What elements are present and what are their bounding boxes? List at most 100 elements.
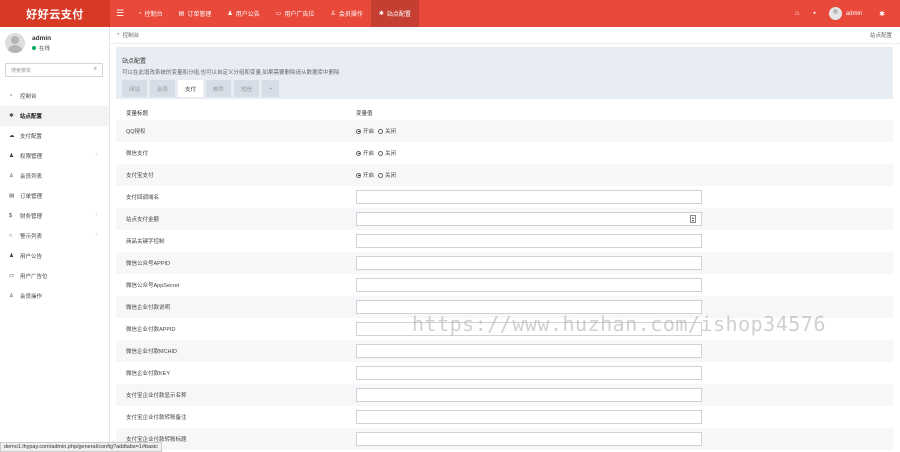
radio-disable[interactable]: 关闭: [378, 149, 396, 157]
user-icon: ♙: [9, 293, 14, 299]
top-navbar: 好好云支付 ☰ ◔ 控制台 ▤ 订单管理 ♟ 用户公告 ▭ 用户广告位 ♙ 会员操作 ✱ 站…: [0, 0, 900, 27]
radio-disable[interactable]: 关闭: [378, 171, 396, 179]
panel-description: 可以在此增改系统的变量和分组,也可以自定义分组和变量,如果需要删除请从数据库中删…: [122, 70, 340, 76]
menu-toggle-icon[interactable]: ☰: [110, 0, 130, 27]
app-logo[interactable]: 好好云支付: [0, 0, 110, 27]
gear-icon: ✱: [378, 11, 384, 17]
table-row: 支付回调域名: [116, 186, 893, 208]
breadcrumb-right: 站点配置: [869, 33, 892, 39]
circle-icon: ○: [9, 233, 13, 239]
topnav-item-ad-slots[interactable]: ▭ 用户广告位: [268, 0, 323, 27]
tab-email[interactable]: 邮件: [206, 80, 232, 97]
user-panel: admin 在线: [0, 29, 109, 57]
trash-icon[interactable]: ▪: [813, 10, 815, 17]
table-row: QQ授权 开启 关闭: [116, 120, 893, 142]
config-tabs: 网站 会员 支付 邮件 短信 +: [122, 80, 282, 97]
config-panel: 站点配置 可以在此增改系统的变量和分组,也可以自定义分组和变量,如果需要删除请从…: [116, 47, 893, 452]
sidebar-menu: ◔ 控制台 ✱ 站点配置 ☁ 支付配置 ♟ 权限管理 ‹ ♙ 会员列表 ▤ 订单管理 $ 财务管…: [0, 86, 109, 306]
order-icon: ▤: [178, 11, 185, 17]
topnav-item-dashboard[interactable]: ◔ 控制台: [130, 0, 171, 27]
table-row: 站点支付金额 ▴ ▾: [116, 208, 893, 230]
header-variable-title: 变量标题: [126, 110, 149, 117]
user-icon: ♙: [9, 173, 14, 179]
tab-payment[interactable]: 支付: [178, 80, 204, 97]
sidebar-item-ad-slots[interactable]: ▭ 用户广告位: [0, 266, 109, 286]
table-row: 支付宝企业付款转账备注: [116, 406, 893, 428]
gear-icon: ✱: [9, 113, 14, 119]
table-row: 支付宝支付 开启 关闭: [116, 164, 893, 186]
topnav-item-announcements[interactable]: ♟ 用户公告: [219, 0, 267, 27]
pay-callback-domain-input[interactable]: [356, 190, 702, 204]
radio-disable[interactable]: 关闭: [378, 127, 396, 135]
table-row: 微信企业付款APPID: [116, 318, 893, 340]
sidebar-item-orders[interactable]: ▤ 订单管理: [0, 186, 109, 206]
add-tab-button[interactable]: +: [262, 80, 280, 97]
top-right-tools: ⌂ ▪ admin ✱: [788, 0, 900, 27]
avatar[interactable]: [828, 7, 842, 20]
users-icon: ♟: [9, 153, 14, 159]
sidebar-item-dashboard[interactable]: ◔ 控制台: [0, 86, 109, 106]
online-status: 在线: [32, 44, 51, 52]
keyword-control-input[interactable]: [356, 234, 702, 248]
search-icon[interactable]: ⌕: [94, 66, 97, 73]
dashboard-icon: ◔: [9, 93, 13, 99]
wechat-appid-input[interactable]: [356, 256, 702, 270]
chevron-left-icon: ‹: [95, 152, 97, 158]
alipay-transfer-title-input[interactable]: [356, 432, 702, 446]
sidebar-item-member-ops[interactable]: ♙ 会员操作: [0, 286, 109, 306]
menu-search-input[interactable]: 搜索菜单 ⌕: [5, 63, 103, 77]
breadcrumb: ◔ 控制台 站点配置: [110, 27, 900, 44]
cloud-icon: ☁: [9, 133, 15, 139]
dashboard-icon: ◔: [138, 10, 142, 17]
wechat-corp-key-input[interactable]: [356, 366, 702, 380]
sidebar-item-permissions[interactable]: ♟ 权限管理 ‹: [0, 146, 109, 166]
alipay-transfer-remark-input[interactable]: [356, 410, 702, 424]
sidebar-item-site-config[interactable]: ✱ 站点配置: [0, 106, 109, 126]
topnav-item-member-ops[interactable]: ♙ 会员操作: [322, 0, 370, 27]
table-header: 变量标题 变量值: [116, 105, 893, 120]
dollar-icon: $: [9, 213, 13, 219]
top-username[interactable]: admin: [846, 11, 862, 17]
tab-sms[interactable]: 短信: [234, 80, 260, 97]
table-row: 商品关键字控制: [116, 230, 893, 252]
sidebar-item-announcements[interactable]: ♟ 用户公告: [0, 246, 109, 266]
sidebar-username: admin: [32, 34, 52, 42]
user-icon: ♙: [330, 11, 336, 17]
chevron-left-icon: ‹: [95, 232, 97, 238]
sidebar-item-pay-config[interactable]: ☁ 支付配置: [0, 126, 109, 146]
tab-site[interactable]: 网站: [122, 80, 148, 97]
config-table: 变量标题 变量值 QQ授权 开启 关闭 微信支付 开启 关闭 支付宝支付 开启 …: [116, 105, 893, 450]
topnav-item-orders[interactable]: ▤ 订单管理: [171, 0, 220, 27]
radio-enable[interactable]: 开启: [356, 149, 374, 157]
tab-member[interactable]: 会员: [150, 80, 176, 97]
table-row: 微信企业付款说明: [116, 296, 893, 318]
chevron-left-icon: ‹: [95, 212, 97, 218]
sidebar-item-warnings[interactable]: ○ 警示列表 ‹: [0, 226, 109, 246]
wechat-appsecret-input[interactable]: [356, 278, 702, 292]
header-variable-value: 变量值: [356, 110, 373, 117]
radio-enable[interactable]: 开启: [356, 127, 374, 135]
wechat-corp-appid-input[interactable]: [356, 322, 702, 336]
home-icon[interactable]: ⌂: [795, 10, 799, 17]
table-row: 微信公众号AppSecret: [116, 274, 893, 296]
card-icon: ▭: [275, 11, 282, 17]
topnav-item-site-config[interactable]: ✱ 站点配置: [370, 0, 419, 27]
wechat-corp-mchid-input[interactable]: [356, 344, 702, 358]
settings-icon[interactable]: ✱: [879, 10, 885, 18]
sidebar-item-finance[interactable]: $ 财务管理 ‹: [0, 206, 109, 226]
pay-amount-stepper[interactable]: ▴ ▾: [356, 212, 702, 226]
wechat-corp-pay-desc-input[interactable]: [356, 300, 702, 314]
alipay-display-name-input[interactable]: [356, 388, 702, 402]
breadcrumb-current[interactable]: 控制台: [123, 31, 140, 39]
card-icon: ▭: [9, 273, 15, 279]
top-nav: ◔ 控制台 ▤ 订单管理 ♟ 用户公告 ▭ 用户广告位 ♙ 会员操作 ✱ 站点配置: [130, 0, 419, 27]
sidebar: admin 在线 搜索菜单 ⌕ ◔ 控制台 ✱ 站点配置 ☁ 支付配置 ♟ 权限管理 ‹ …: [0, 27, 110, 452]
main-content: ◔ 控制台 站点配置 站点配置 可以在此增改系统的变量和分组,也可以自定义分组和…: [110, 27, 900, 452]
order-icon: ▤: [9, 193, 15, 199]
sidebar-item-members[interactable]: ♙ 会员列表: [0, 166, 109, 186]
radio-enable[interactable]: 开启: [356, 171, 374, 179]
spinner-arrows-icon[interactable]: ▴ ▾: [690, 215, 696, 223]
table-row: 支付宝企业付款转账标题: [116, 428, 893, 450]
bell-icon: ♟: [227, 11, 233, 17]
bell-icon: ♟: [9, 253, 14, 259]
